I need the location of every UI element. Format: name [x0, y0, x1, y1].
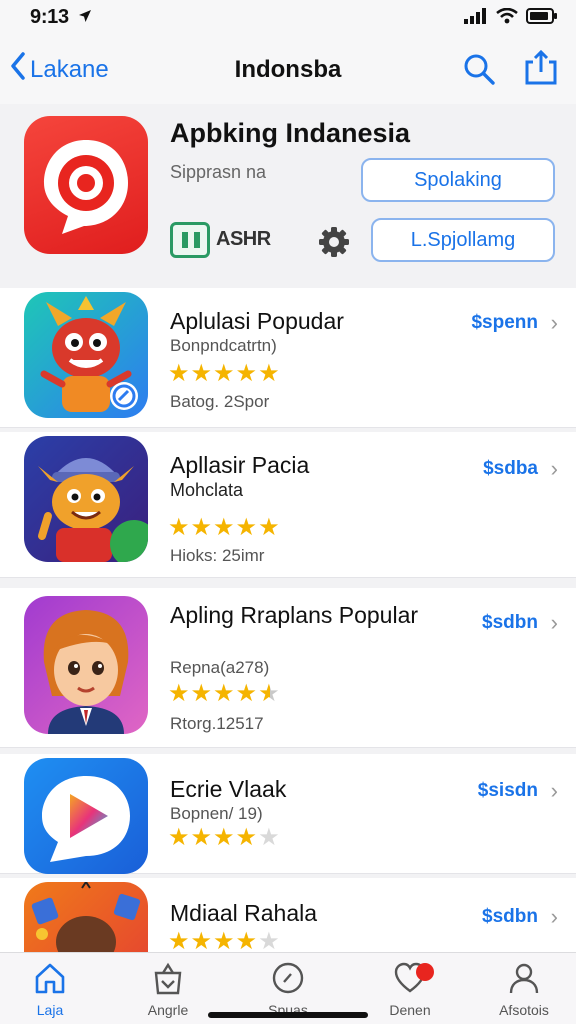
price-button[interactable]: $sdbn — [482, 906, 538, 928]
star-icon: ★ — [190, 928, 213, 955]
tab-denen[interactable]: Denen — [360, 961, 460, 1018]
chevron-right-icon[interactable]: › — [551, 778, 558, 804]
app-icon-cartoon-fox — [24, 436, 148, 562]
star-icon: ★ — [190, 824, 213, 851]
app-meta: Mohclata — [170, 480, 244, 500]
chevron-right-icon[interactable]: › — [551, 610, 558, 636]
app-meta: Repna(a278) — [170, 658, 270, 677]
star-icon: ★ — [190, 680, 213, 707]
list-item[interactable]: Aplulasi Popudar Bonpndcatrtn) ★ ★ ★ ★ ★ Bat… — [0, 288, 576, 428]
tab-laja[interactable]: Laja — [0, 961, 100, 1018]
app-meta: Bonpndcatrtn) — [170, 336, 277, 355]
star-rating: ★ ★ ★ ★ ★ — [168, 930, 280, 954]
star-rating: ★ ★ ★ ★ ★ — [168, 362, 280, 386]
app-icon-monster — [24, 292, 148, 418]
star-icon: ★ — [235, 680, 258, 707]
star-icon: ★ — [190, 514, 213, 541]
star-rating: ★ ★ ★ ★ ★ — [168, 516, 280, 540]
location-arrow-icon — [78, 9, 92, 28]
home-indicator[interactable] — [208, 1012, 368, 1018]
badge-label: ASHR — [216, 228, 271, 250]
price-button[interactable]: $sdba — [483, 458, 538, 480]
featured-app-subtitle: Sipprasn na — [170, 162, 267, 182]
heart-icon — [393, 962, 427, 999]
list-item[interactable]: Ecrie Vlaak Bopnen/ 19) ★ ★ ★ ★ ★ $sisdn › — [0, 754, 576, 874]
tab-label: Denen — [389, 1002, 431, 1018]
tab-label: Afsotois — [499, 1002, 549, 1018]
featured-app-icon[interactable] — [24, 116, 148, 254]
secondary-action-button[interactable]: L.Spjollamg — [371, 218, 555, 262]
navigation-bar: Lakane Indonsba — [0, 34, 576, 104]
chevron-right-icon[interactable]: › — [551, 310, 558, 336]
star-icon: ★ — [235, 928, 258, 955]
star-icon: ★ — [235, 360, 258, 387]
list-item[interactable]: Apling Rraplans Popular Repna(a278) ★ ★ ★ ★… — [0, 588, 576, 748]
star-empty-icon: ★ — [258, 824, 280, 851]
star-empty-icon: ★ — [258, 928, 280, 955]
featured-app-header: Apbking Indanesia Sipprasn na Spolaking … — [0, 104, 576, 286]
star-icon: ★ — [235, 514, 258, 541]
star-icon: ★ — [213, 514, 235, 541]
star-icon: ★ — [258, 514, 280, 541]
gear-icon[interactable] — [318, 226, 350, 263]
app-footer: Batog. 2Spor — [170, 392, 270, 411]
tab-afsotois[interactable]: Afsotois — [474, 961, 574, 1018]
status-time: 9:13 — [30, 6, 69, 28]
app-name: Apllasir Pacia — [170, 452, 310, 478]
app-meta: Bopnen/ 19) — [170, 804, 263, 823]
search-icon[interactable] — [462, 52, 496, 91]
price-button[interactable]: $sisdn — [478, 780, 538, 802]
app-name: Aplulasi Popudar — [170, 308, 344, 334]
house-icon — [33, 963, 67, 999]
person-icon — [507, 963, 541, 999]
wifi-icon — [496, 7, 518, 29]
star-icon: ★ — [258, 360, 280, 387]
featured-app-title: Apbking Indanesia — [170, 118, 411, 148]
tab-label: Angrle — [147, 1002, 189, 1018]
tab-label: Laja — [36, 1002, 64, 1018]
app-icon-puzzle — [24, 882, 148, 952]
star-icon: ★ — [168, 514, 190, 541]
star-icon: ★ — [213, 928, 235, 955]
app-footer: Rtorg.12517 — [170, 714, 264, 733]
star-half-icon: ★ — [258, 680, 280, 707]
star-icon: ★ — [213, 360, 235, 387]
star-rating: ★ ★ ★ ★ ★ — [168, 826, 280, 850]
app-icon-play — [24, 758, 148, 874]
compass-icon — [271, 962, 305, 999]
list-item[interactable]: Apllasir Pacia Mohclata ★ ★ ★ ★ ★ Hioks: 25i… — [0, 432, 576, 578]
primary-action-button[interactable]: Spolaking — [361, 158, 555, 202]
star-icon: ★ — [168, 680, 190, 707]
price-button[interactable]: $spenn — [471, 312, 538, 334]
app-icon-boy-avatar — [24, 596, 148, 734]
star-rating: ★ ★ ★ ★ ★ — [168, 682, 280, 706]
chevron-right-icon[interactable]: › — [551, 456, 558, 482]
star-icon: ★ — [235, 824, 258, 851]
star-icon: ★ — [213, 680, 235, 707]
app-footer: Hioks: 25imr — [170, 546, 265, 565]
star-icon: ★ — [213, 824, 235, 851]
age-rating-icon — [170, 222, 210, 258]
chevron-right-icon[interactable]: › — [551, 904, 558, 930]
price-button[interactable]: $sdbn — [482, 612, 538, 634]
bag-icon — [151, 962, 185, 999]
battery-icon — [526, 8, 558, 29]
app-name: Apling Rraplans Popular — [170, 602, 419, 628]
star-icon: ★ — [168, 928, 190, 955]
tab-spuas[interactable]: Spuas — [238, 961, 338, 1018]
share-icon[interactable] — [524, 49, 558, 91]
tab-angrle[interactable]: Angrle — [118, 961, 218, 1018]
app-name: Mdiaal Rahala — [170, 900, 318, 926]
signal-icon — [464, 8, 488, 29]
star-icon: ★ — [168, 824, 190, 851]
star-icon: ★ — [168, 360, 190, 387]
status-icons — [464, 7, 558, 29]
app-name: Ecrie Vlaak — [170, 776, 287, 802]
notification-badge — [416, 963, 434, 981]
list-item[interactable]: Mdiaal Rahala ★ ★ ★ ★ ★ $sdbn › — [0, 878, 576, 954]
star-icon: ★ — [190, 360, 213, 387]
status-bar: 9:13 — [0, 0, 576, 34]
